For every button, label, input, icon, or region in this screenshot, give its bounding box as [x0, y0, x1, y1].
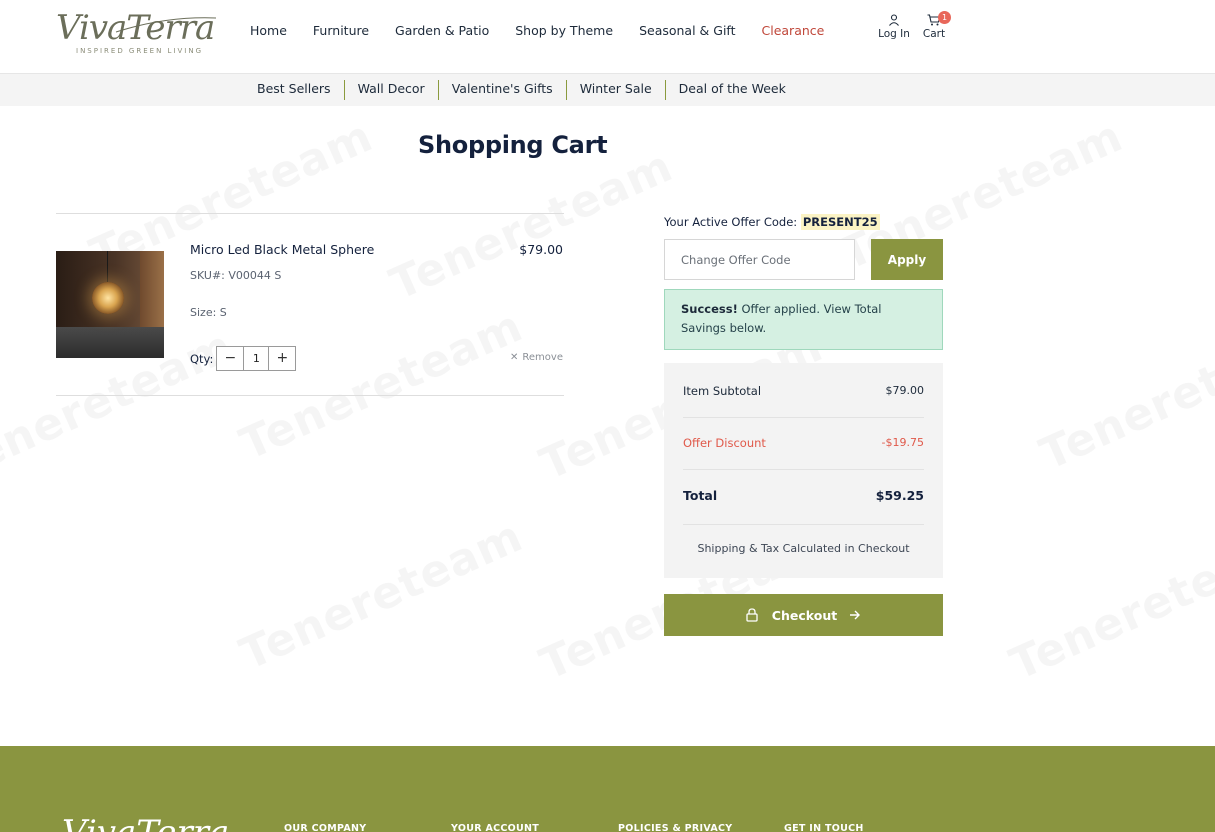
summary-subtotal-row: Item Subtotal $79.00: [683, 384, 924, 398]
divider: [683, 524, 924, 525]
summary-total-row: Total $59.25: [683, 488, 924, 503]
order-summary: Item Subtotal $79.00 Offer Discount -$19…: [664, 363, 943, 578]
cart-link[interactable]: 1 Cart: [920, 11, 951, 40]
product-sku: SKU#: V00044 S: [190, 269, 282, 282]
product-name[interactable]: Micro Led Black Metal Sphere: [190, 242, 374, 257]
total-label: Total: [683, 488, 718, 503]
summary-discount-row: Offer Discount -$19.75: [683, 436, 924, 450]
subnav-deal-of-the-week[interactable]: Deal of the Week: [666, 80, 799, 100]
nav-shop-by-theme[interactable]: Shop by Theme: [515, 23, 613, 38]
remove-item-button[interactable]: ✕ Remove: [510, 352, 563, 363]
product-size: Size: S: [190, 306, 227, 319]
divider: [683, 417, 924, 418]
nav-home[interactable]: Home: [250, 23, 287, 38]
remove-label: Remove: [522, 352, 563, 363]
nav-garden-patio[interactable]: Garden & Patio: [395, 23, 489, 38]
shipping-tax-note: Shipping & Tax Calculated in Checkout: [697, 542, 910, 555]
logo-tagline: INSPIRED GREEN LIVING: [76, 47, 204, 55]
total-value: $59.25: [875, 488, 924, 503]
subnav-best-sellers[interactable]: Best Sellers: [244, 80, 345, 100]
brand-logo[interactable]: VivaTerra INSPIRED GREEN LIVING: [56, 8, 218, 58]
cart-count-badge: 1: [938, 11, 951, 24]
product-price: $79.00: [519, 242, 563, 257]
subnav-wall-decor[interactable]: Wall Decor: [345, 80, 439, 100]
subnav-valentines-gifts[interactable]: Valentine's Gifts: [439, 80, 567, 100]
cart-label: Cart: [922, 28, 946, 40]
site-header: VivaTerra INSPIRED GREEN LIVING Home Fur…: [0, 0, 1215, 74]
subnav-winter-sale[interactable]: Winter Sale: [567, 80, 666, 100]
main-nav: Home Furniture Garden & Patio Shop by Th…: [250, 23, 850, 38]
active-offer-label: Your Active Offer Code:: [664, 215, 798, 229]
discount-label: Offer Discount: [683, 436, 766, 450]
quantity-control: Qty: − 1 +: [190, 346, 297, 371]
nav-seasonal-gift[interactable]: Seasonal & Gift: [639, 23, 735, 38]
success-title: Success!: [681, 302, 738, 316]
product-image[interactable]: [56, 251, 164, 358]
footer-logo[interactable]: VivaTerra: [62, 816, 229, 832]
active-offer-code: PRESENT25: [800, 214, 880, 230]
watermark-text: Tenereteam: [1003, 521, 1215, 691]
nav-furniture[interactable]: Furniture: [313, 23, 369, 38]
apply-offer-button[interactable]: Apply: [871, 239, 943, 280]
lock-icon: [746, 608, 758, 622]
quantity-increment-button[interactable]: +: [269, 347, 296, 370]
arrow-right-icon: [850, 610, 861, 620]
login-link[interactable]: Log In: [878, 14, 910, 40]
active-offer: Your Active Offer Code: PRESENT25: [664, 214, 880, 230]
subtotal-value: $79.00: [885, 384, 925, 397]
checkout-button[interactable]: Checkout: [664, 594, 943, 636]
cart-item-list: Micro Led Black Metal Sphere SKU#: V0004…: [56, 213, 564, 396]
discount-value: -$19.75: [881, 436, 924, 449]
close-icon: ✕: [510, 352, 519, 363]
footer-heading-your-account: YOUR ACCOUNT: [451, 823, 540, 832]
quantity-decrement-button[interactable]: −: [217, 347, 244, 370]
user-icon: [889, 14, 899, 26]
secondary-nav: Best Sellers Wall Decor Valentine's Gift…: [0, 74, 1215, 106]
watermark-text: Tenereteam: [1033, 311, 1215, 481]
offer-code-input[interactable]: [664, 239, 855, 280]
logo-swoosh-icon: [115, 17, 217, 33]
checkout-label: Checkout: [771, 607, 838, 623]
quantity-input[interactable]: 1: [243, 347, 270, 370]
nav-clearance[interactable]: Clearance: [762, 23, 825, 38]
watermark-text: Tenereteam: [233, 511, 531, 681]
page-title: Shopping Cart: [418, 131, 608, 159]
login-label: Log In: [878, 28, 910, 40]
quantity-label: Qty:: [190, 351, 214, 366]
site-footer: VivaTerra OUR COMPANY YOUR ACCOUNT POLIC…: [0, 746, 1215, 832]
divider: [683, 469, 924, 470]
watermark: Tenereteam Tenereteam Tenereteam Teneret…: [0, 0, 1215, 832]
footer-heading-policies-privacy: POLICIES & PRIVACY: [618, 823, 733, 832]
subtotal-label: Item Subtotal: [683, 384, 762, 398]
offer-success-message: Success! Offer applied. View Total Savin…: [664, 289, 943, 350]
footer-heading-our-company: OUR COMPANY: [284, 823, 367, 832]
footer-heading-get-in-touch: GET IN TOUCH: [784, 823, 864, 832]
